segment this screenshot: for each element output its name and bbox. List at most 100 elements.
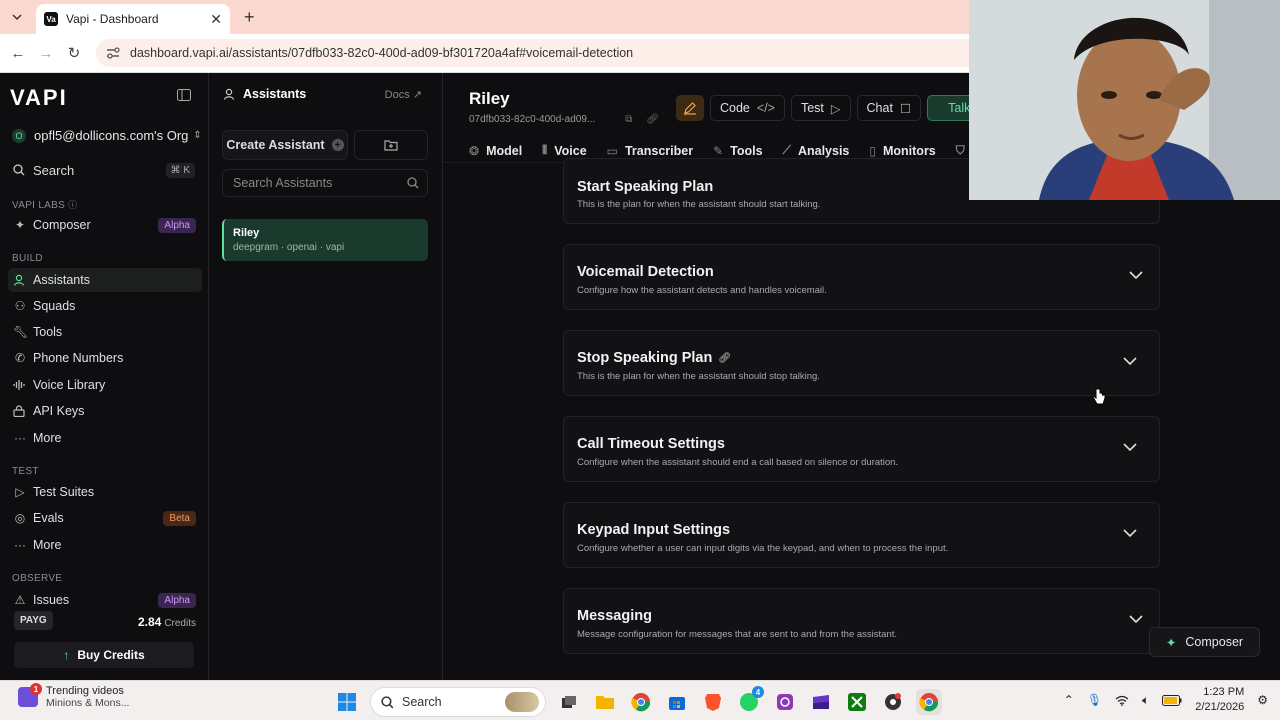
chrome-icon[interactable] bbox=[628, 689, 654, 715]
clock[interactable]: 1:23 PM 2/21/2026 bbox=[1195, 685, 1244, 715]
tab-analysis[interactable]: ⟋ Analysis bbox=[783, 143, 850, 158]
tab-voice[interactable]: ⫴ Voice bbox=[542, 143, 586, 158]
sidebar-item-phone-numbers[interactable]: ✆ Phone Numbers bbox=[8, 346, 202, 370]
taskbar-search[interactable]: Search bbox=[370, 687, 546, 717]
section-stop-speaking-plan[interactable]: Stop Speaking Plan 🔗︎ This is the plan fo… bbox=[563, 330, 1160, 396]
config-tabs: ❂ Model ⫴ Voice ▭ Transcriber ✎ Tools ⟋ Analy… bbox=[469, 143, 988, 158]
buy-credits-button[interactable]: ↑ Buy Credits bbox=[14, 642, 194, 668]
assistant-actions: Code </> Test ▷ Chat ☐ Talk bbox=[676, 95, 992, 121]
windows-start-icon[interactable] bbox=[334, 689, 360, 715]
sidebar-item-more-test[interactable]: ··· More bbox=[8, 533, 202, 557]
sidebar-search[interactable]: Search ⌘ K bbox=[8, 157, 200, 183]
volume-icon[interactable]: 🔈︎ bbox=[1142, 693, 1149, 708]
create-assistant-button[interactable]: Create Assistant + bbox=[222, 130, 348, 160]
sidebar-item-label: Phone Numbers bbox=[33, 351, 124, 365]
section-desc: Configure whether a user can input digit… bbox=[577, 543, 949, 554]
sidebar-toggle-icon[interactable] bbox=[177, 89, 191, 101]
store-icon[interactable] bbox=[664, 689, 690, 715]
section-title: Messaging bbox=[577, 608, 652, 624]
tab-tools[interactable]: ✎ Tools bbox=[713, 143, 762, 158]
whatsapp-icon[interactable]: 4 bbox=[736, 686, 764, 715]
obs-icon[interactable] bbox=[880, 689, 906, 715]
clipchamp-icon[interactable] bbox=[808, 689, 834, 715]
code-button[interactable]: Code </> bbox=[710, 95, 785, 121]
chrome-active-icon[interactable] bbox=[916, 689, 942, 715]
chevron-down-icon[interactable] bbox=[1123, 528, 1137, 538]
sidebar-item-assistants[interactable]: Assistants bbox=[8, 268, 202, 292]
brave-icon[interactable] bbox=[700, 689, 726, 715]
instagram-icon[interactable] bbox=[772, 689, 798, 715]
sidebar-item-label: Issues bbox=[33, 593, 70, 607]
file-explorer-icon[interactable] bbox=[592, 689, 618, 715]
chevron-down-icon[interactable] bbox=[1129, 614, 1143, 624]
section-title: Call Timeout Settings bbox=[577, 436, 725, 452]
reload-icon[interactable]: ↻ bbox=[60, 44, 88, 62]
vapi-logo: VAPI bbox=[10, 85, 68, 110]
wifi-icon[interactable] bbox=[1115, 695, 1129, 706]
new-tab-icon[interactable]: + bbox=[244, 7, 255, 28]
sidebar-item-more-build[interactable]: ··· More bbox=[8, 426, 202, 450]
person-video-image bbox=[969, 0, 1280, 200]
transcribe-icon: ▭ bbox=[606, 143, 618, 158]
windows-taskbar: 1 Trending videos Minions & Mons... Sear… bbox=[0, 680, 1280, 720]
sidebar-item-tools[interactable]: 🔧︎ Tools bbox=[8, 320, 202, 344]
chevron-up-icon[interactable]: ⌃ bbox=[1064, 693, 1074, 707]
vapi-favicon-icon: Va bbox=[44, 12, 58, 26]
tab-monitors[interactable]: ▯ Monitors bbox=[869, 143, 935, 158]
battery-icon[interactable] bbox=[1162, 694, 1182, 706]
chevron-down-icon[interactable] bbox=[1123, 356, 1137, 366]
sidebar-item-issues[interactable]: ⚠ Issues Alpha bbox=[8, 588, 202, 612]
sidebar-item-api-keys[interactable]: API Keys bbox=[8, 399, 202, 423]
assistant-name: Riley bbox=[233, 227, 260, 239]
task-view-icon[interactable] bbox=[556, 689, 582, 715]
sidebar-item-composer[interactable]: ✦ Composer Alpha bbox=[8, 213, 202, 237]
search-assistants-input[interactable]: Search Assistants bbox=[222, 169, 428, 197]
tab-model[interactable]: ❂ Model bbox=[469, 143, 522, 158]
sidebar-item-test-suites[interactable]: ▷ Test Suites bbox=[8, 480, 202, 504]
link-icon[interactable]: 🔗︎ bbox=[718, 353, 731, 364]
forward-icon[interactable]: → bbox=[32, 45, 60, 62]
section-voicemail-detection[interactable]: Voicemail Detection Configure how the as… bbox=[563, 244, 1160, 310]
date: 2/21/2026 bbox=[1195, 701, 1245, 713]
docs-link[interactable]: Docs ↗ bbox=[385, 88, 422, 101]
section-messaging[interactable]: Messaging Message configuration for mess… bbox=[563, 588, 1160, 654]
microphone-icon[interactable]: 🎙︎ bbox=[1087, 693, 1102, 707]
chevron-down-icon[interactable] bbox=[1123, 442, 1137, 452]
search-label: Search bbox=[33, 162, 75, 178]
back-icon[interactable]: ← bbox=[4, 45, 32, 62]
chevron-down-icon[interactable] bbox=[1129, 270, 1143, 280]
sidebar-item-voice-library[interactable]: Voice Library bbox=[8, 373, 202, 397]
new-folder-button[interactable] bbox=[354, 130, 428, 160]
monitor-icon: ▯ bbox=[869, 143, 876, 158]
alert-icon: ⚠ bbox=[14, 593, 26, 607]
close-tab-icon[interactable]: ✕ bbox=[210, 11, 222, 28]
alpha-badge: Alpha bbox=[158, 217, 196, 233]
browser-tab[interactable]: Va Vapi - Dashboard ✕ bbox=[36, 4, 230, 34]
news-widget[interactable]: 1 Trending videos Minions & Mons... bbox=[18, 683, 129, 709]
xbox-icon[interactable] bbox=[844, 689, 870, 715]
link-icon[interactable]: 🔗︎ bbox=[646, 114, 659, 125]
wrench-icon: 🔧︎ bbox=[13, 325, 29, 339]
section-vapi-labs: VAPI LABS ⓘ bbox=[12, 200, 78, 211]
search-shortcut: ⌘ K bbox=[165, 162, 195, 178]
copy-icon[interactable]: ⧉ bbox=[625, 114, 632, 125]
pencil-icon bbox=[684, 102, 696, 115]
test-button[interactable]: Test ▷ bbox=[790, 95, 851, 121]
tab-search-menu-icon[interactable] bbox=[4, 4, 30, 30]
tab-transcriber[interactable]: ▭ Transcriber bbox=[607, 143, 693, 158]
sidebar-item-evals[interactable]: ◎ Evals Beta bbox=[8, 506, 202, 530]
notification-bell-icon[interactable]: ⚙ bbox=[1257, 693, 1268, 707]
edit-button[interactable] bbox=[676, 95, 704, 121]
chat-button[interactable]: Chat ☐ bbox=[856, 95, 922, 121]
section-call-timeout-settings[interactable]: Call Timeout Settings Configure when the… bbox=[563, 416, 1160, 482]
org-switcher[interactable]: O opfl5@dollicons.com's Org ⇕ bbox=[12, 128, 202, 143]
assistants-panel: Assistants Docs ↗ Create Assistant + Sea… bbox=[209, 73, 443, 680]
assistant-list-item[interactable]: Riley deepgram · openai · vapi bbox=[222, 219, 428, 261]
composer-button[interactable]: ✦ Composer bbox=[1149, 627, 1260, 657]
sidebar-item-squads[interactable]: ⚇ Squads bbox=[8, 294, 202, 318]
sidebar-item-label: API Keys bbox=[33, 404, 85, 418]
section-keypad-input-settings[interactable]: Keypad Input Settings Configure whether … bbox=[563, 502, 1160, 568]
sidebar-item-label: Composer bbox=[33, 218, 91, 232]
info-icon: ⓘ bbox=[68, 200, 78, 210]
site-info-icon[interactable] bbox=[106, 47, 120, 59]
